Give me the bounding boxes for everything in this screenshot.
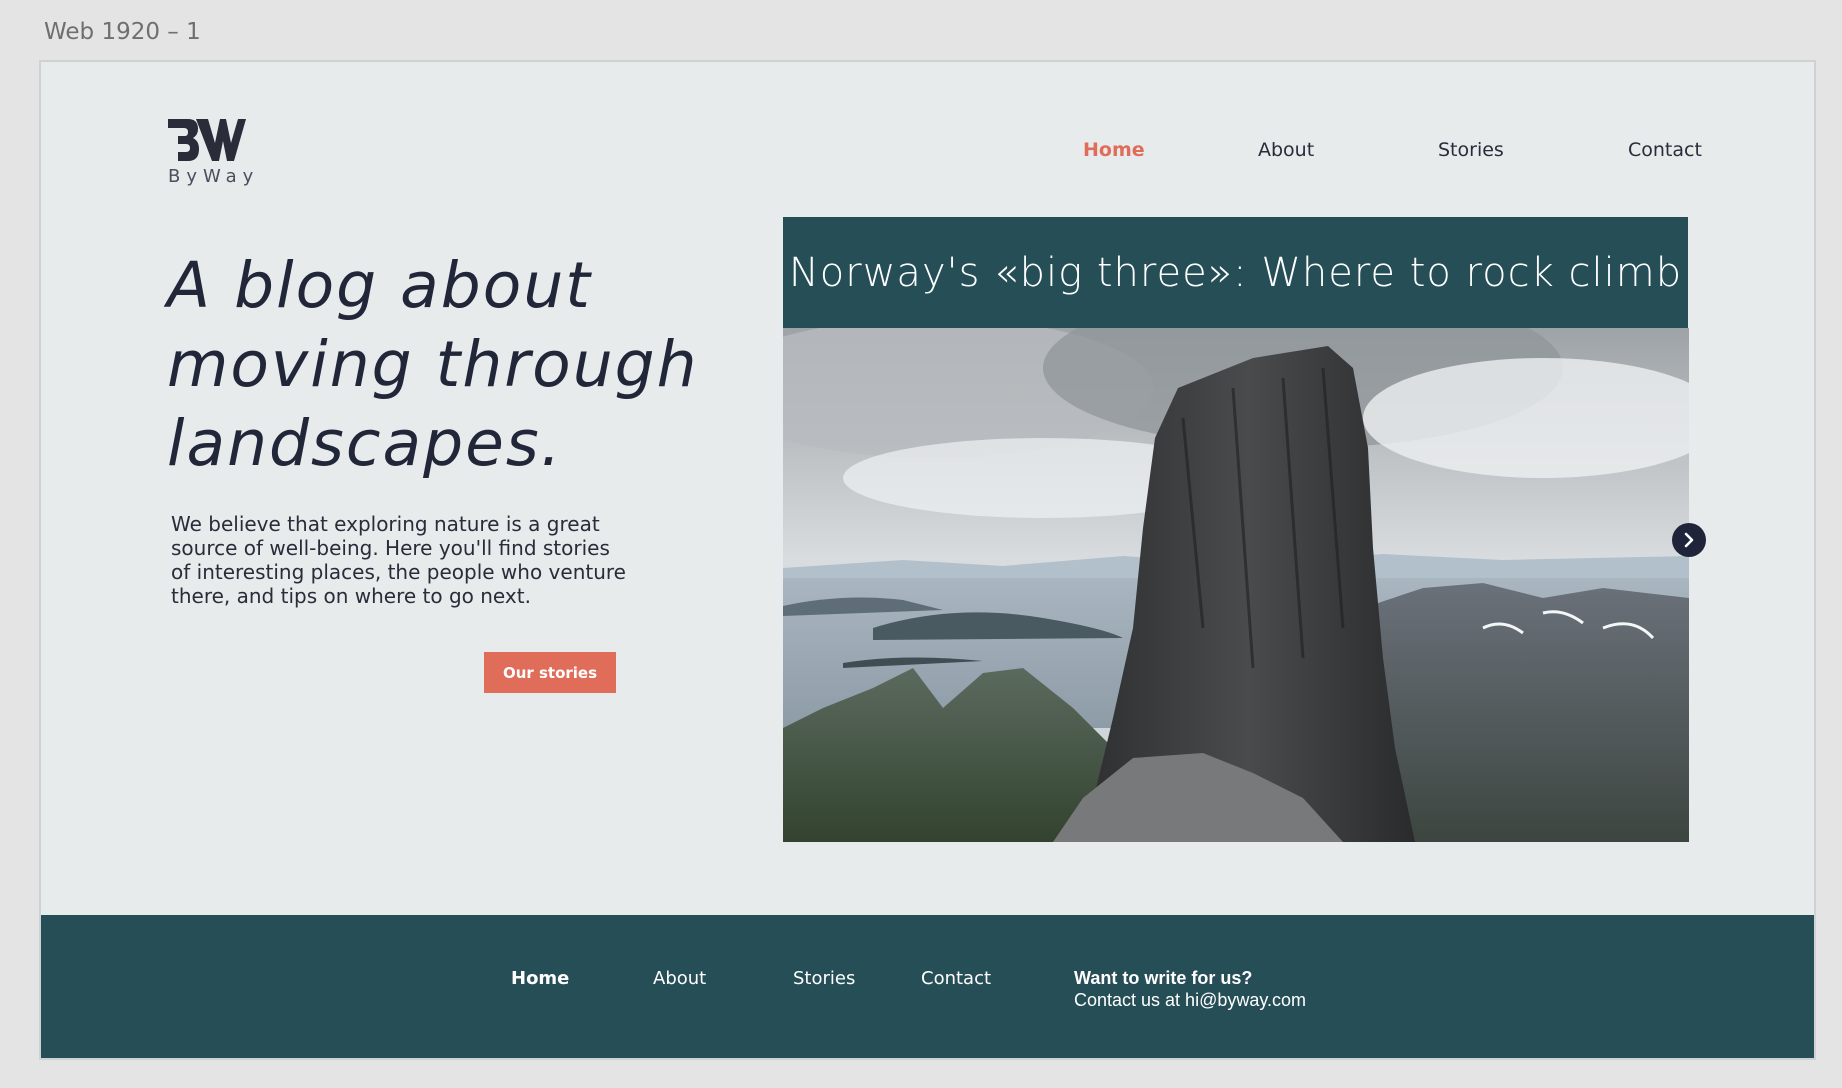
main-nav: Home About Stories Contact — [41, 139, 1814, 169]
rock-pinnacle-photo — [783, 328, 1689, 842]
nav-stories[interactable]: Stories — [1438, 139, 1504, 161]
footer-nav-home[interactable]: Home — [511, 968, 569, 989]
hero-description: We believe that exploring nature is a gr… — [171, 512, 626, 608]
featured-story-title[interactable]: Norway's «big three»: Where to rock clim… — [783, 217, 1688, 328]
write-for-us: Want to write for us? Contact us at hi@b… — [1074, 967, 1306, 1011]
chevron-right-icon — [1684, 532, 1694, 548]
footer-nav-stories[interactable]: Stories — [793, 968, 855, 989]
artboard-label: Web 1920 – 1 — [44, 19, 201, 45]
nav-contact[interactable]: Contact — [1628, 139, 1702, 161]
footer-nav-about[interactable]: About — [653, 968, 706, 989]
page-frame: ByWay Home About Stories Contact A blog … — [39, 60, 1816, 1060]
brand-wordmark: ByWay — [168, 166, 260, 187]
footer: Home About Stories Contact Want to write… — [41, 915, 1814, 1058]
featured-story-image[interactable] — [783, 328, 1689, 842]
hero-title: A blog about moving through landscapes. — [167, 249, 699, 480]
nav-home[interactable]: Home — [1083, 139, 1145, 161]
footer-nav-contact[interactable]: Contact — [921, 968, 991, 989]
featured-story-card[interactable]: Norway's «big three»: Where to rock clim… — [783, 217, 1689, 842]
our-stories-button[interactable]: Our stories — [484, 652, 616, 693]
write-for-us-heading: Want to write for us? — [1074, 968, 1253, 988]
write-for-us-contact[interactable]: Contact us at hi@byway.com — [1074, 990, 1306, 1010]
nav-about[interactable]: About — [1258, 139, 1314, 161]
next-slide-button[interactable] — [1672, 523, 1706, 557]
